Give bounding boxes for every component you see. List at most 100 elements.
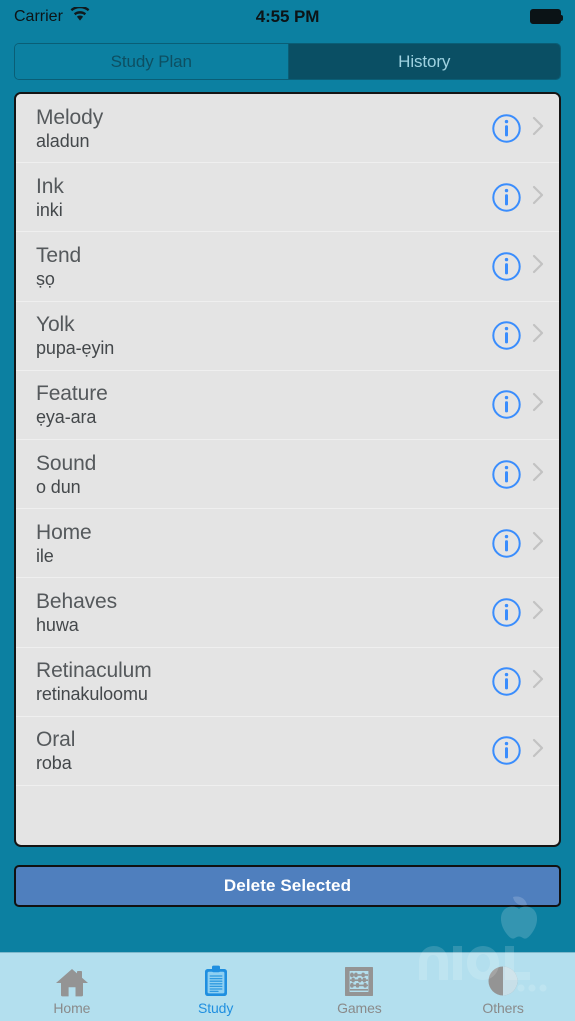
delete-selected-button[interactable]: Delete Selected <box>14 865 561 907</box>
tab-bar-item-others-label: Others <box>482 999 524 1016</box>
info-circle-icon[interactable] <box>491 528 522 559</box>
row-subtitle: pupa-ẹyin <box>36 338 115 359</box>
row-text-group: Home ile <box>36 520 491 567</box>
row-subtitle: o dun <box>36 476 81 497</box>
row-title: Sound <box>36 451 97 475</box>
row-subtitle: inki <box>36 199 63 220</box>
chevron-right-icon <box>531 530 545 557</box>
row-accessories <box>491 459 545 490</box>
row-title: Home <box>36 520 92 544</box>
row-title: Yolk <box>36 313 75 337</box>
table-row[interactable]: Home ile <box>16 509 559 579</box>
chevron-right-icon <box>531 391 545 418</box>
row-subtitle: huwa <box>36 614 79 635</box>
tab-bar-item-home-label: Home <box>53 999 91 1016</box>
table-row[interactable]: Yolk pupa-ẹyin <box>16 301 559 371</box>
carrier-label: Carrier <box>14 7 63 25</box>
table-row[interactable]: Tend ṣọ <box>16 232 559 302</box>
tab-study-plan[interactable]: Study Plan <box>15 44 288 79</box>
row-accessories <box>491 182 545 213</box>
tab-bar-item-study[interactable]: Study <box>144 953 288 1021</box>
row-subtitle: ṣọ <box>36 268 55 289</box>
tab-history-label: History <box>398 51 451 71</box>
pie-chart-icon <box>487 963 519 997</box>
wifi-icon <box>70 5 90 27</box>
row-subtitle: retinakuloomu <box>36 684 148 705</box>
row-accessories <box>491 320 545 351</box>
row-text-group: Sound o dun <box>36 451 491 498</box>
table-row[interactable]: Feature ẹya-ara <box>16 370 559 440</box>
info-circle-icon[interactable] <box>491 113 522 144</box>
tab-bar-item-games[interactable]: Games <box>288 953 432 1021</box>
chevron-right-icon <box>531 461 545 488</box>
row-accessories <box>491 666 545 697</box>
phone-screen: Carrier 4:55 PM Study Plan History Melod… <box>0 0 575 1021</box>
row-accessories <box>491 389 545 420</box>
info-circle-icon[interactable] <box>491 666 522 697</box>
table-row[interactable]: Oral roba <box>16 716 559 786</box>
row-subtitle: ẹya-ara <box>36 407 97 428</box>
chevron-right-icon <box>531 599 545 626</box>
row-title: Tend <box>36 243 82 267</box>
status-bar-left: Carrier <box>14 5 90 27</box>
abacus-icon <box>342 963 376 997</box>
row-subtitle: roba <box>36 753 72 774</box>
delete-button-container: Delete Selected <box>0 847 575 907</box>
row-text-group: Retinaculum retinakuloomu <box>36 658 491 705</box>
segmented-control-container: Study Plan History <box>0 33 575 90</box>
row-title: Retinaculum <box>36 659 152 683</box>
row-text-group: Melody aladun <box>36 105 491 152</box>
chevron-right-icon <box>531 253 545 280</box>
tab-bar-item-games-label: Games <box>337 999 382 1016</box>
row-text-group: Yolk pupa-ẹyin <box>36 312 491 359</box>
chevron-right-icon <box>531 737 545 764</box>
tab-study-plan-label: Study Plan <box>110 51 192 71</box>
chevron-right-icon <box>531 115 545 142</box>
table-row[interactable]: Sound o dun <box>16 439 559 510</box>
row-text-group: Feature ẹya-ara <box>36 381 491 428</box>
tab-bar-item-others[interactable]: Others <box>431 953 575 1021</box>
tab-history[interactable]: History <box>287 44 560 79</box>
row-text-group: Ink inki <box>36 174 491 221</box>
info-circle-icon[interactable] <box>491 320 522 351</box>
table-row[interactable]: Melody aladun <box>16 94 559 164</box>
row-accessories <box>491 113 545 144</box>
tab-bar-item-study-label: Study <box>197 999 234 1016</box>
table-row[interactable]: Retinaculum retinakuloomu <box>16 647 559 717</box>
row-accessories <box>491 735 545 766</box>
clipboard-icon <box>201 963 231 997</box>
row-title: Behaves <box>36 589 118 613</box>
chevron-right-icon <box>531 184 545 211</box>
row-title: Melody <box>36 105 104 129</box>
row-text-group: Oral roba <box>36 727 491 774</box>
tab-bar-item-home[interactable]: Home <box>0 953 144 1021</box>
battery-full-icon <box>530 9 563 24</box>
bottom-tab-bar: Home Study Games Others <box>0 952 575 1021</box>
info-circle-icon[interactable] <box>491 182 522 213</box>
status-bar-right <box>530 9 563 24</box>
info-circle-icon[interactable] <box>491 251 522 282</box>
row-subtitle: aladun <box>36 130 90 151</box>
row-text-group: Tend ṣọ <box>36 243 491 290</box>
row-accessories <box>491 597 545 628</box>
row-accessories <box>491 251 545 282</box>
table-row[interactable]: Behaves huwa <box>16 578 559 648</box>
chevron-right-icon <box>531 668 545 695</box>
row-title: Oral <box>36 728 76 752</box>
segmented-control[interactable]: Study Plan History <box>14 43 561 80</box>
row-title: Ink <box>36 174 64 198</box>
info-circle-icon[interactable] <box>491 459 522 490</box>
table-row[interactable]: Ink inki <box>16 163 559 233</box>
info-circle-icon[interactable] <box>491 735 522 766</box>
row-accessories <box>491 528 545 559</box>
clock-label: 4:55 PM <box>255 6 320 26</box>
history-list-card: Melody aladun Ink inki Tend ṣọ Yolk pupa-ẹyin Fe… <box>14 92 561 847</box>
delete-selected-label: Delete Selected <box>223 876 352 895</box>
row-text-group: Behaves huwa <box>36 589 491 636</box>
status-bar: Carrier 4:55 PM <box>0 0 575 33</box>
row-title: Feature <box>36 382 108 406</box>
info-circle-icon[interactable] <box>491 597 522 628</box>
info-circle-icon[interactable] <box>491 389 522 420</box>
history-list[interactable]: Melody aladun Ink inki Tend ṣọ Yolk pupa-ẹyin Fe… <box>16 94 559 845</box>
house-icon <box>55 963 89 997</box>
